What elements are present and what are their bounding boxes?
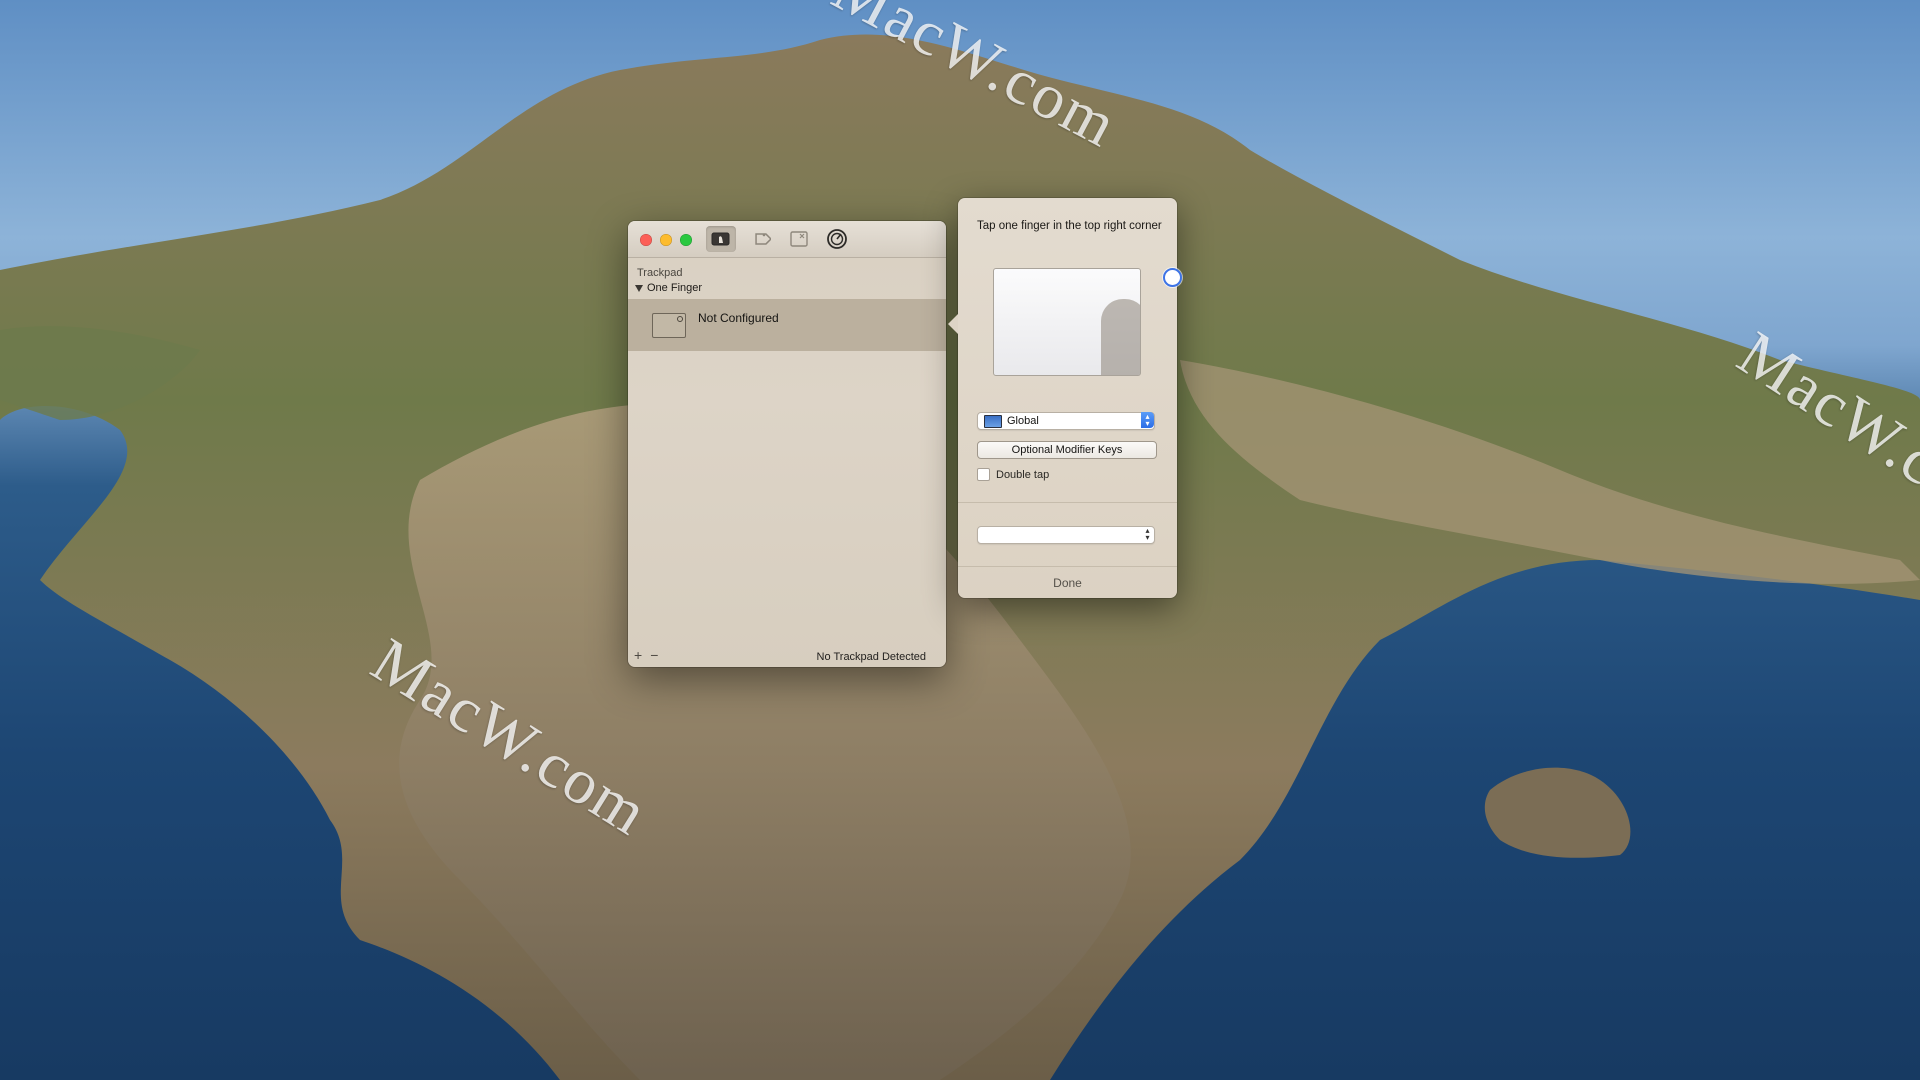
double-tap-checkbox[interactable]	[977, 468, 990, 481]
popover-arrow	[948, 314, 958, 334]
trackpad-thumbnail-icon	[652, 312, 686, 338]
finger-icon	[1101, 299, 1140, 375]
gesture-popover: Tap one finger in the top right corner G…	[948, 198, 1177, 598]
remove-gesture-button[interactable]: −	[650, 647, 658, 663]
toolbar-tag-tab[interactable]	[746, 226, 776, 252]
divider	[958, 566, 1177, 567]
minimize-button[interactable]	[660, 234, 672, 246]
optional-modifier-keys-button[interactable]: Optional Modifier Keys	[977, 441, 1157, 459]
double-tap-option[interactable]: Double tap	[977, 468, 1049, 481]
gesture-row[interactable]: Not Configured	[628, 299, 946, 351]
trackpad-icon	[711, 232, 730, 246]
group-one-finger[interactable]: One Finger	[635, 282, 702, 294]
tag-icon	[755, 233, 771, 245]
disclosure-triangle-icon[interactable]	[635, 284, 643, 292]
done-button[interactable]: Done	[958, 576, 1177, 590]
select-stepper-icon: ▴ ▾	[1141, 412, 1154, 428]
action-select[interactable]: ▴ ▾	[977, 526, 1155, 544]
section-label-trackpad: Trackpad	[637, 267, 683, 279]
scope-select[interactable]: Global ▴ ▾	[977, 412, 1155, 430]
settings-dial-icon	[827, 229, 847, 249]
close-button[interactable]	[640, 234, 652, 246]
group-label: One Finger	[647, 282, 703, 294]
gesture-description: Tap one finger in the top right corner	[977, 220, 1162, 232]
trackpad-preview	[993, 268, 1141, 376]
scope-select-value: Global	[1007, 415, 1039, 427]
trackpad-status: No Trackpad Detected	[816, 651, 926, 663]
zoom-button[interactable]	[680, 234, 692, 246]
toolbar-settings-tab[interactable]	[822, 226, 852, 252]
add-gesture-button[interactable]: +	[634, 647, 642, 663]
title-bar	[628, 221, 946, 258]
window-footer: + − No Trackpad Detected	[628, 645, 946, 667]
close-box-icon	[790, 231, 808, 247]
select-stepper-icon: ▴ ▾	[1145, 526, 1150, 542]
monitor-icon	[984, 414, 1002, 428]
app-window: Trackpad One Finger Not Configured + − N…	[628, 221, 946, 667]
tap-location-indicator	[1163, 268, 1182, 287]
toolbar-trackpad-tab[interactable]	[706, 226, 736, 252]
toolbar-window-tab[interactable]	[784, 226, 814, 252]
divider	[958, 502, 1177, 503]
double-tap-label: Double tap	[996, 468, 1050, 481]
gesture-row-label: Not Configured	[698, 311, 779, 325]
